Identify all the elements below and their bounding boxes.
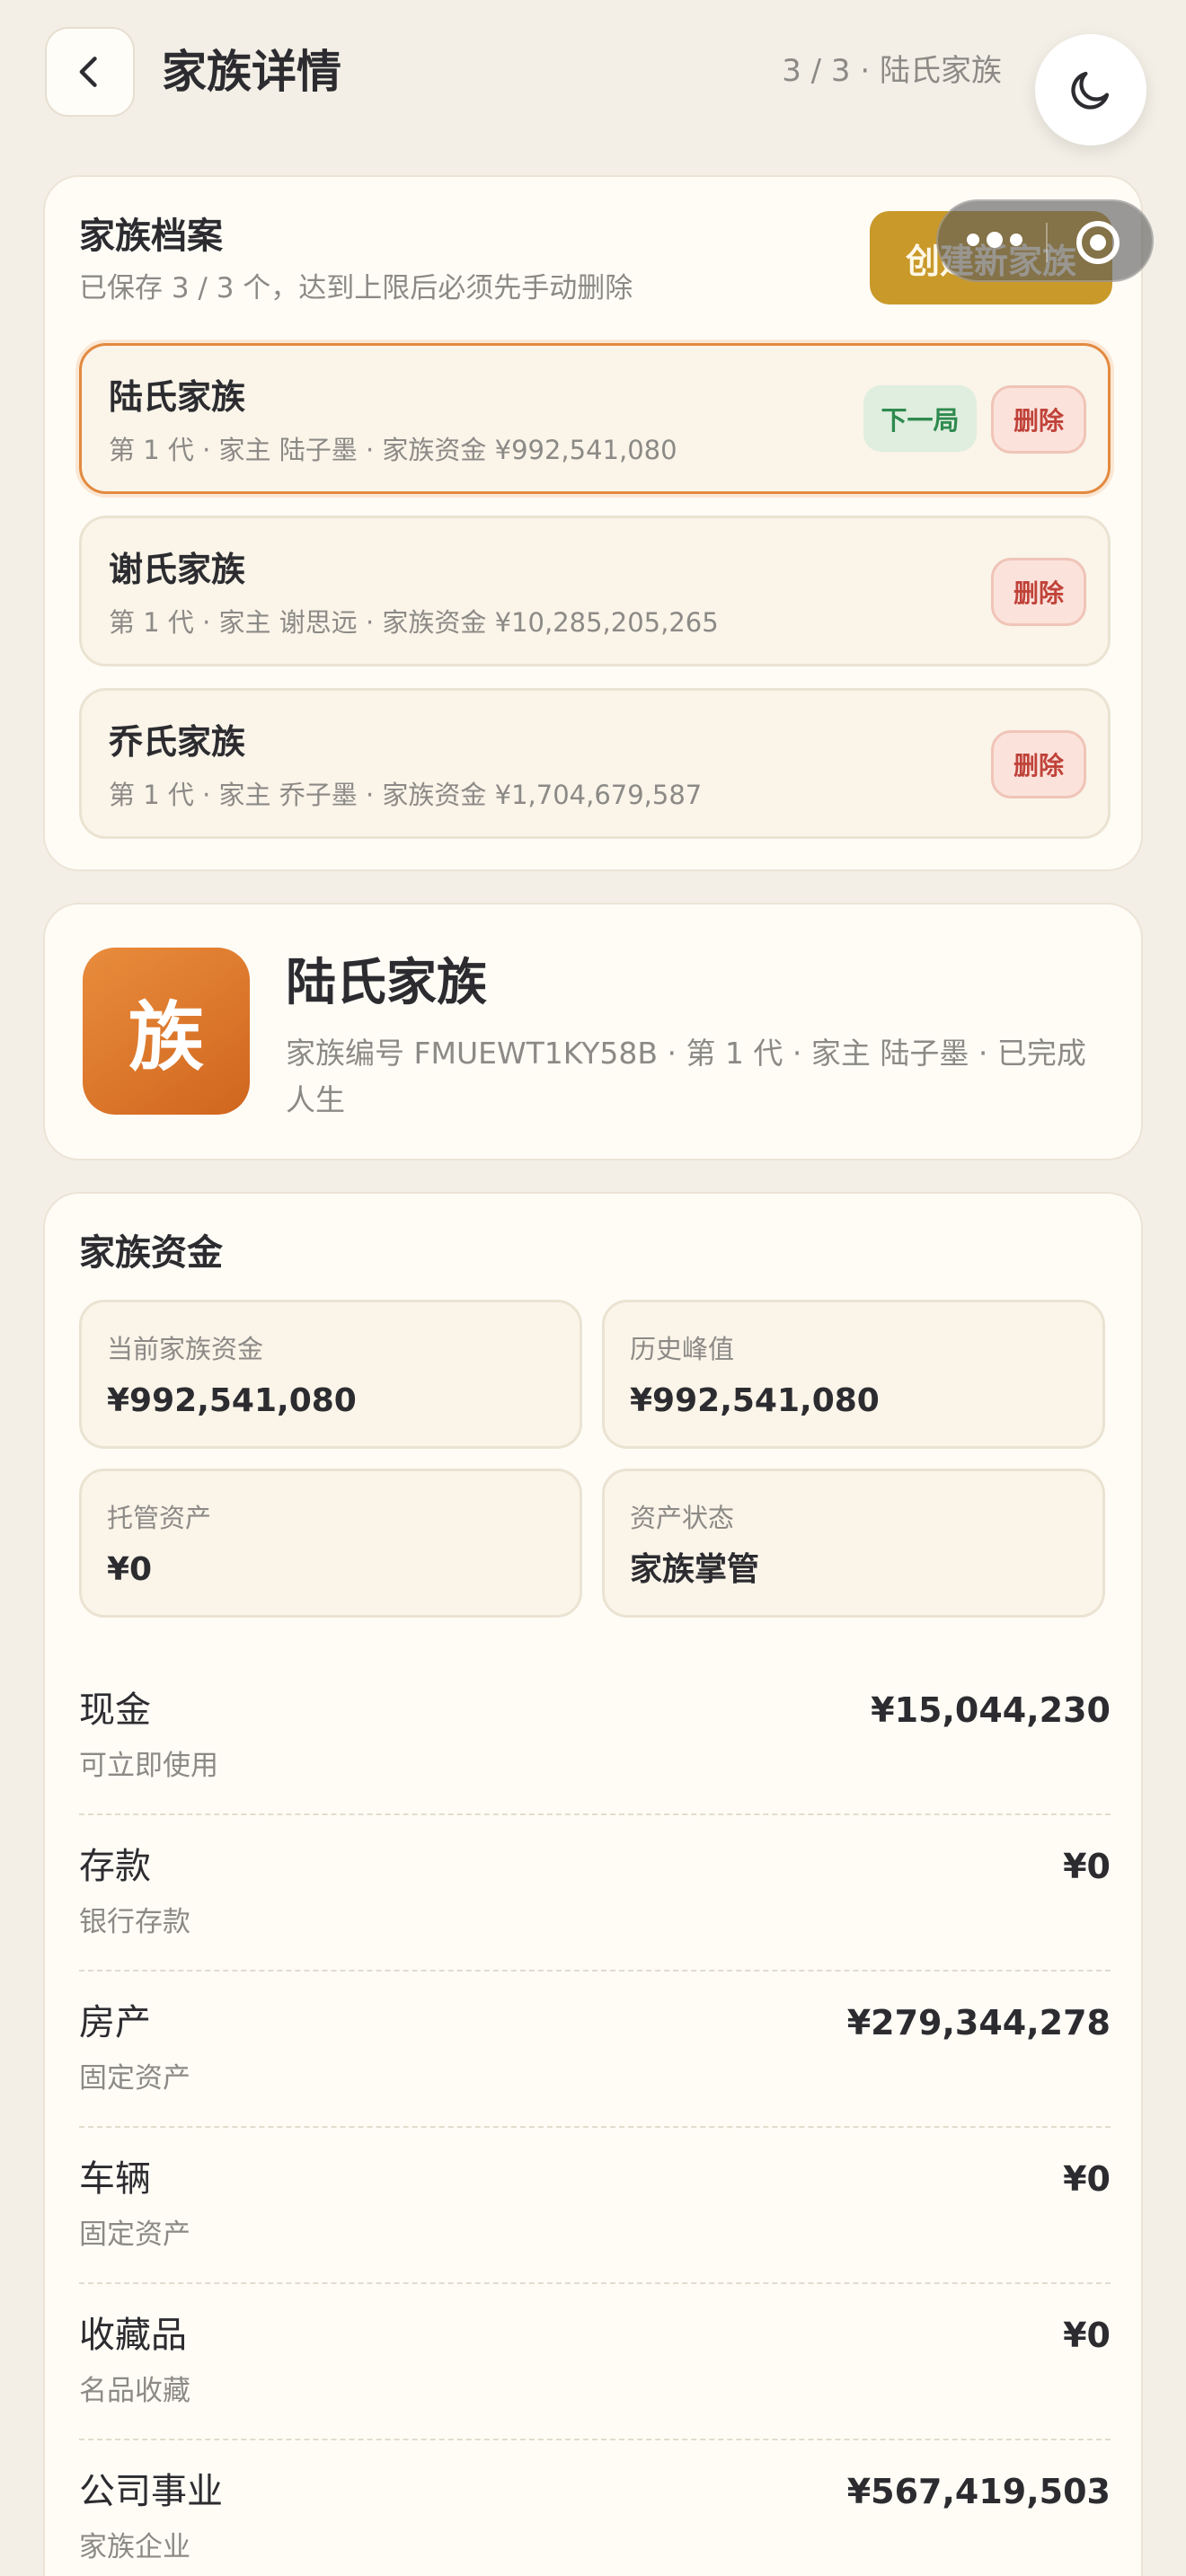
- header-family-counter: 3 / 3 · 陆氏家族: [782, 53, 1002, 89]
- asset-name: 车辆: [79, 2158, 151, 2200]
- family-detail-page: 家族详情 3 / 3 · 陆氏家族 家族档案 已保存 3 / 3 个，达到上限后…: [0, 0, 1186, 2576]
- family-funds-card: 家族资金 当前家族资金 ¥992,541,080 历史峰值 ¥992,541,0…: [43, 1192, 1143, 2576]
- capsule-divider: [1046, 223, 1048, 262]
- stat-custody-assets: 托管资产 ¥0: [79, 1469, 582, 1618]
- stat-label: 托管资产: [107, 1503, 212, 1533]
- asset-value: ¥279,344,278: [846, 2003, 1111, 2042]
- asset-row-vehicle: 车辆 固定资产 ¥0: [79, 2128, 1111, 2284]
- asset-row-collectibles: 收藏品 名品收藏 ¥0: [79, 2284, 1111, 2440]
- family-row-meta: 第 1 代 · 家主 陆子墨 · 家族资金 ¥992,541,080: [109, 435, 677, 465]
- profile-family-name: 陆氏家族: [286, 954, 487, 1012]
- family-row-qiao[interactable]: 乔氏家族 第 1 代 · 家主 乔子墨 · 家族资金 ¥1,704,679,58…: [79, 688, 1111, 839]
- family-row-lu[interactable]: 陆氏家族 第 1 代 · 家主 陆子墨 · 家族资金 ¥992,541,080 …: [79, 343, 1111, 494]
- asset-name: 房产: [79, 2002, 151, 2043]
- family-row-name: 陆氏家族: [109, 377, 246, 417]
- back-button[interactable]: [45, 27, 135, 117]
- asset-desc: 可立即使用: [79, 1750, 218, 1782]
- miniprogram-capsule: [936, 199, 1154, 282]
- asset-name: 存款: [79, 1846, 151, 1887]
- stat-value: ¥992,541,080: [107, 1382, 357, 1419]
- asset-name: 公司事业: [79, 2471, 223, 2512]
- asset-desc: 银行存款: [79, 1906, 190, 1938]
- page-title: 家族详情: [162, 46, 341, 98]
- funds-title: 家族资金: [79, 1232, 223, 1274]
- asset-value: ¥0: [1063, 2159, 1111, 2199]
- more-dots-icon[interactable]: [967, 232, 1022, 248]
- asset-value: ¥15,044,230: [871, 1690, 1111, 1730]
- archive-title: 家族档案: [79, 216, 223, 257]
- asset-row-deposit: 存款 银行存款 ¥0: [79, 1815, 1111, 1972]
- family-row-meta: 第 1 代 · 家主 乔子墨 · 家族资金 ¥1,704,679,587: [109, 780, 703, 810]
- stat-current-funds: 当前家族资金 ¥992,541,080: [79, 1300, 582, 1449]
- asset-value: ¥567,419,503: [846, 2472, 1111, 2511]
- profile-family-meta: 家族编号 FMUEWT1KY58B · 第 1 代 · 家主 陆子墨 · 已完成…: [286, 1036, 1086, 1117]
- asset-desc: 固定资产: [79, 2062, 190, 2095]
- asset-value: ¥0: [1063, 2316, 1111, 2355]
- asset-desc: 家族企业: [79, 2531, 190, 2563]
- record-icon[interactable]: [1076, 221, 1120, 264]
- asset-value: ¥0: [1063, 1847, 1111, 1886]
- stat-value: ¥0: [107, 1551, 153, 1588]
- asset-row-business: 公司事业 家族企业 ¥567,419,503: [79, 2440, 1111, 2576]
- stat-label: 资产状态: [630, 1503, 735, 1533]
- delete-family-button[interactable]: 删除: [991, 558, 1086, 626]
- family-row-name: 乔氏家族: [109, 722, 246, 762]
- moon-icon: [1071, 71, 1110, 110]
- archive-subtitle: 已保存 3 / 3 个，达到上限后必须先手动删除: [79, 272, 633, 304]
- stat-value: ¥992,541,080: [630, 1382, 880, 1419]
- next-round-button[interactable]: 下一局: [863, 385, 977, 452]
- asset-row-property: 房产 固定资产 ¥279,344,278: [79, 1972, 1111, 2128]
- stat-historical-peak: 历史峰值 ¥992,541,080: [602, 1300, 1105, 1449]
- theme-toggle-button[interactable]: [1035, 34, 1146, 146]
- delete-family-button[interactable]: 删除: [991, 730, 1086, 798]
- asset-row-cash: 现金 可立即使用 ¥15,044,230: [79, 1659, 1111, 1815]
- stat-label: 历史峰值: [630, 1334, 735, 1364]
- asset-name: 现金: [79, 1689, 151, 1731]
- family-row-meta: 第 1 代 · 家主 谢思远 · 家族资金 ¥10,285,205,265: [109, 607, 719, 638]
- stat-value: 家族掌管: [630, 1551, 760, 1588]
- family-row-name: 谢氏家族: [109, 550, 246, 589]
- delete-family-button[interactable]: 删除: [991, 385, 1086, 454]
- stat-label: 当前家族资金: [107, 1334, 264, 1364]
- asset-desc: 名品收藏: [79, 2375, 190, 2407]
- family-profile-card: 族 陆氏家族 家族编号 FMUEWT1KY58B · 第 1 代 · 家主 陆子…: [43, 903, 1143, 1160]
- family-avatar: 族: [83, 948, 250, 1115]
- stat-asset-status: 资产状态 家族掌管: [602, 1469, 1105, 1618]
- chevron-left-icon: [79, 57, 97, 87]
- asset-desc: 固定资产: [79, 2219, 190, 2251]
- asset-name: 收藏品: [79, 2315, 187, 2356]
- family-row-xie[interactable]: 谢氏家族 第 1 代 · 家主 谢思远 · 家族资金 ¥10,285,205,2…: [79, 516, 1111, 666]
